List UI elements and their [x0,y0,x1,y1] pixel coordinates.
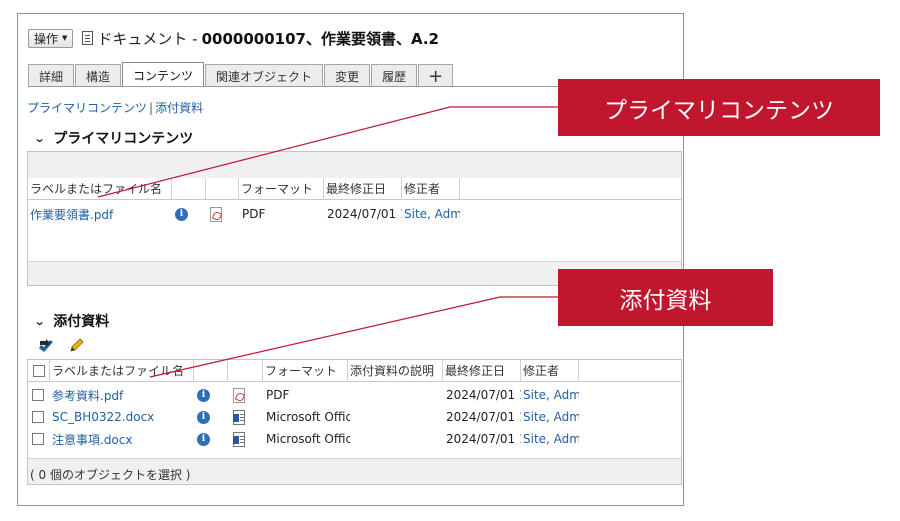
primary-content-callout: プライマリコンテンツ [558,79,880,136]
primary-callout-line [97,106,558,198]
attachments-callout: 添付資料 [558,269,773,326]
attachments-callout-line [149,296,558,378]
